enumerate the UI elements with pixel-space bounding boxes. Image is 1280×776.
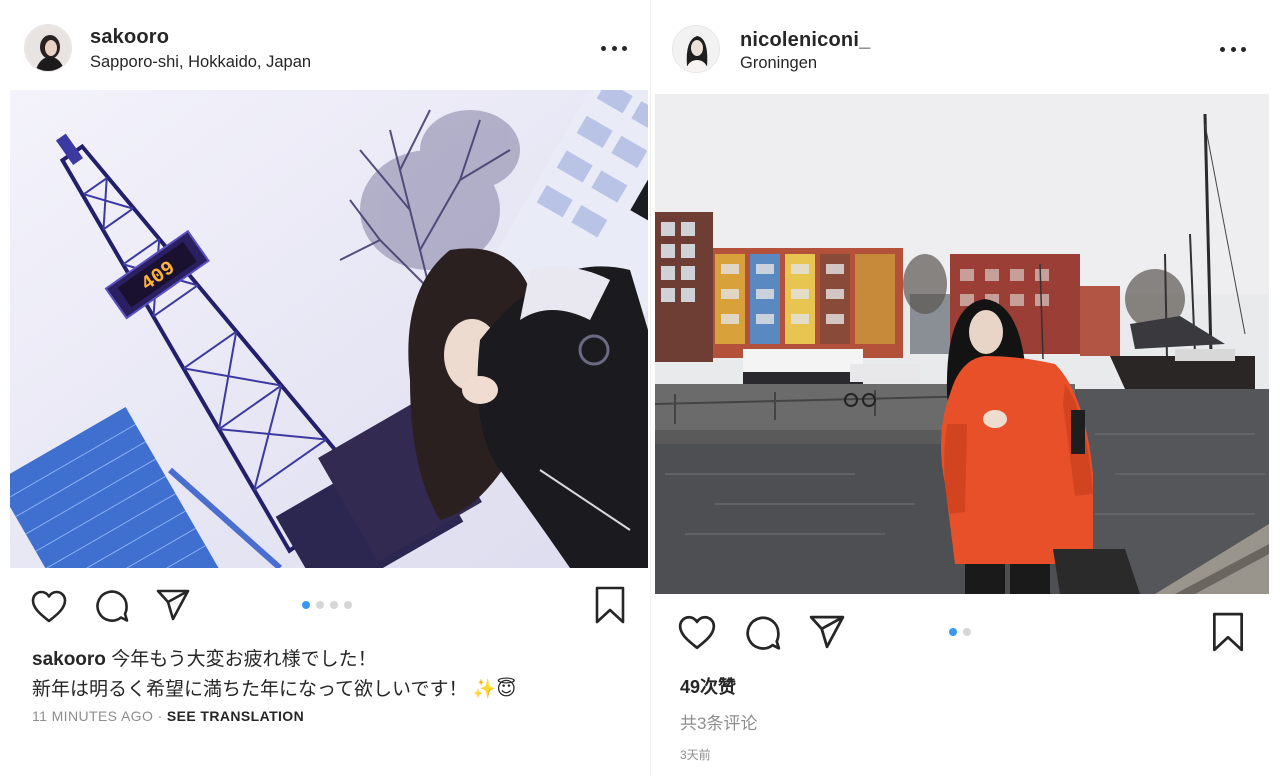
- username[interactable]: nicoleniconi_: [740, 29, 870, 52]
- see-translation-link[interactable]: SEE TRANSLATION: [167, 708, 304, 724]
- caption-text-line2: 新年は明るく希望に満ちた年になって欲しいです！ ✨😇: [32, 679, 517, 700]
- post-caption: sakooro 今年もう大変お疲れ様でした！ 新年は明るく希望に満ちた年になって…: [32, 645, 632, 705]
- caption-username[interactable]: sakooro: [32, 649, 106, 670]
- username[interactable]: sakooro: [90, 26, 169, 49]
- carousel-dot: [963, 628, 971, 636]
- post-header: sakooro Sapporo-shi, Hokkaido, Japan: [10, 0, 648, 90]
- carousel-dot: [330, 601, 338, 609]
- bookmark-icon[interactable]: [1211, 611, 1245, 653]
- carousel-dot: [316, 601, 324, 609]
- heart-icon[interactable]: [30, 590, 68, 624]
- bookmark-icon[interactable]: [594, 585, 626, 625]
- post-timestamp: 3天前: [680, 748, 711, 762]
- more-options-icon[interactable]: [601, 38, 627, 58]
- more-options-icon[interactable]: [1220, 39, 1246, 59]
- heart-icon[interactable]: [677, 615, 717, 651]
- comment-icon[interactable]: [744, 614, 782, 652]
- carousel-indicator: [949, 628, 971, 636]
- caption-text-line1: 今年もう大変お疲れ様でした！: [111, 649, 377, 670]
- location[interactable]: Groningen: [740, 54, 817, 73]
- post-meta: 11 MINUTES AGO · SEE TRANSLATION: [32, 708, 304, 724]
- paper-plane-icon[interactable]: [807, 614, 847, 650]
- post-sakooro: sakooro Sapporo-shi, Hokkaido, Japan 409…: [10, 0, 648, 776]
- post-photo-groningen-harbor[interactable]: [655, 94, 1269, 594]
- meta-separator: ·: [157, 708, 163, 724]
- avatar[interactable]: [672, 25, 720, 73]
- post-nicoleniconi: nicoleniconi_ Groningen 49次赞 共3条评论 3天前: [655, 0, 1269, 776]
- avatar[interactable]: [24, 24, 72, 72]
- location[interactable]: Sapporo-shi, Hokkaido, Japan: [90, 53, 311, 72]
- carousel-dot: [344, 601, 352, 609]
- paper-plane-icon[interactable]: [155, 588, 191, 622]
- like-count[interactable]: 49次赞: [680, 673, 736, 699]
- view-comments-link[interactable]: 共3条评论: [680, 709, 757, 734]
- post-timestamp: 11 MINUTES AGO: [32, 708, 154, 724]
- post-divider: [650, 0, 651, 776]
- post-header: nicoleniconi_ Groningen: [655, 0, 1269, 94]
- comment-icon[interactable]: [94, 588, 130, 624]
- carousel-dot-active: [302, 601, 310, 609]
- carousel-dot-active: [949, 628, 957, 636]
- carousel-indicator: [302, 601, 352, 609]
- post-photo-sapporo-tower[interactable]: 409: [10, 90, 648, 568]
